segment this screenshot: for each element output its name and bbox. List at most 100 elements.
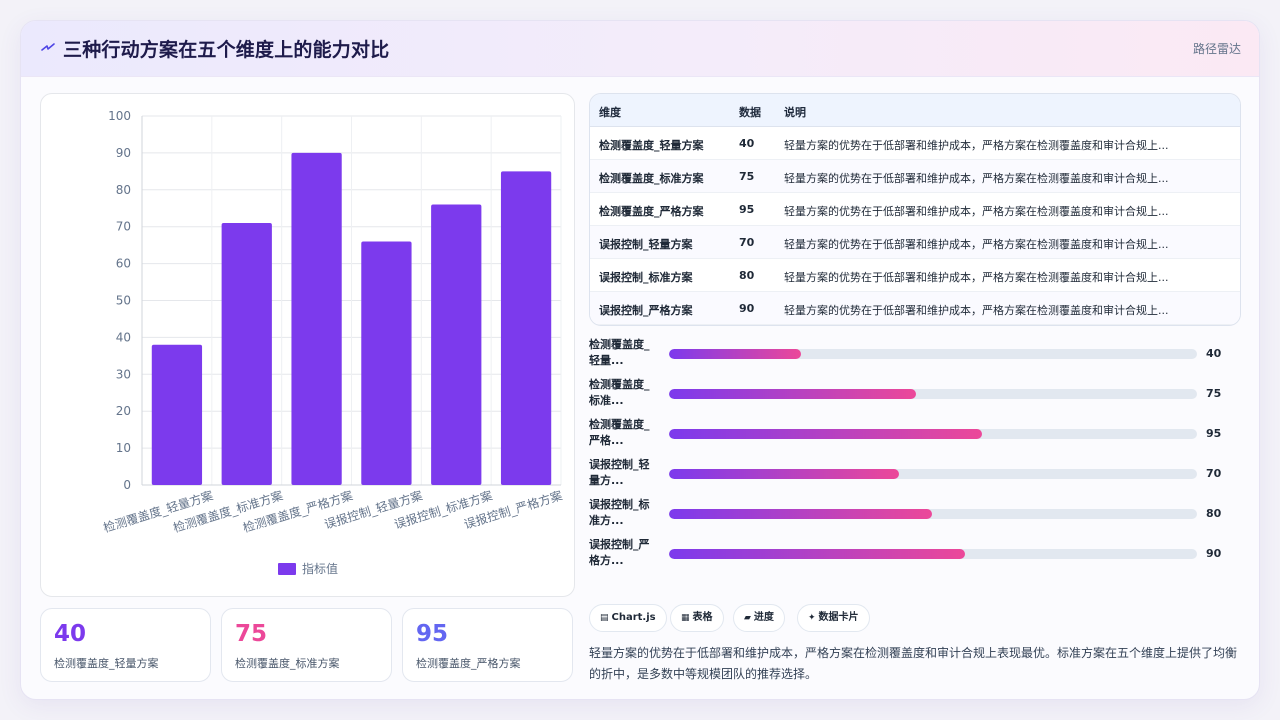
progress-track xyxy=(669,469,1197,479)
bar[interactable] xyxy=(221,223,272,485)
table-cell-dimension: 误报控制_标准方案 xyxy=(599,271,693,284)
progress-value: 40 xyxy=(1206,347,1222,360)
table-cell-description: 轻量方案的优势在于低部署和维护成本，严格方案在检测覆盖度和审计合规上... xyxy=(784,205,1169,218)
chip-table[interactable]: ▦ 表格 xyxy=(670,604,724,632)
table-icon: ▦ xyxy=(681,613,690,623)
progress-label: 检测覆盖度_ 严格... xyxy=(589,417,661,449)
progress-fill xyxy=(669,429,982,439)
progress-label-line2: 标准... xyxy=(589,394,624,407)
table-header: 维度 数据 说明 xyxy=(590,94,1240,127)
progress-track xyxy=(669,349,1197,359)
progress-label-line1: 检测覆盖度_ xyxy=(589,338,650,351)
progress-label-line1: 误报控制_轻 xyxy=(589,458,650,471)
progress-label: 误报控制_标 准方... xyxy=(589,497,661,529)
y-tick-label: 60 xyxy=(116,257,131,271)
progress-row: 误报控制_轻 量方... 70 xyxy=(589,457,1249,493)
y-tick-label: 50 xyxy=(116,294,131,308)
progress-label-line2: 格方... xyxy=(589,554,624,567)
progress-label-line2: 准方... xyxy=(589,514,624,527)
progress-fill xyxy=(669,549,965,559)
progress-track xyxy=(669,429,1197,439)
chart-icon: ▤ xyxy=(600,613,609,623)
header: 三种行动方案在五个维度上的能力对比 路径雷达 xyxy=(21,21,1259,77)
y-tick-label: 0 xyxy=(123,478,131,492)
chip-chart[interactable]: ▤ Chart.js xyxy=(589,604,667,632)
bar[interactable] xyxy=(291,152,342,485)
progress-label-line1: 检测覆盖度_ xyxy=(589,418,650,431)
progress-row: 误报控制_严 格方... 90 xyxy=(589,537,1249,573)
bar[interactable] xyxy=(500,171,552,485)
stat-label: 检测覆盖度_轻量方案 xyxy=(54,657,159,670)
progress-label: 检测覆盖度_ 轻量... xyxy=(589,337,661,369)
progress-value: 95 xyxy=(1206,427,1222,440)
progress-label-line2: 轻量... xyxy=(589,354,624,367)
progress-value: 80 xyxy=(1206,507,1222,520)
table-cell-data: 70 xyxy=(739,236,755,249)
table-row: 检测覆盖度_严格方案 95 轻量方案的优势在于低部署和维护成本，严格方案在检测覆盖度… xyxy=(590,193,1240,226)
table-cell-data: 90 xyxy=(739,302,755,315)
table-cell-data: 75 xyxy=(739,170,755,183)
table-header-dimension: 维度 xyxy=(599,106,621,119)
y-tick-label: 20 xyxy=(116,404,131,418)
stat-label: 检测覆盖度_标准方案 xyxy=(235,657,340,670)
bar-chart: 0102030405060708090100检测覆盖度_轻量方案检测覆盖度_标准… xyxy=(101,109,564,576)
stat-card: 40 检测覆盖度_轻量方案 xyxy=(40,608,211,682)
y-tick-label: 100 xyxy=(108,109,131,123)
table-cell-description: 轻量方案的优势在于低部署和维护成本，严格方案在检测覆盖度和审计合规上... xyxy=(784,304,1169,317)
progress-label: 误报控制_轻 量方... xyxy=(589,457,661,489)
chip-label: 数据卡片 xyxy=(818,612,859,623)
bar[interactable] xyxy=(361,241,412,485)
progress-track xyxy=(669,509,1197,519)
chip-sparkle[interactable]: ✦ 数据卡片 xyxy=(797,604,870,632)
bar-chart-panel: 0 10 20 30 40 50 60 70 80 90 100 检测覆盖度_轻量方案 检测覆盖度_标准… xyxy=(40,93,575,597)
progress-label-line2: 量方... xyxy=(589,474,624,487)
stat-card: 75 检测覆盖度_标准方案 xyxy=(221,608,392,682)
table-row: 误报控制_严格方案 90 轻量方案的优势在于低部署和维护成本，严格方案在检测覆盖度和… xyxy=(590,292,1240,325)
progress-fill xyxy=(669,509,932,519)
progress-fill xyxy=(669,389,916,399)
progress-row: 检测覆盖度_ 轻量... 40 xyxy=(589,337,1249,373)
progress-track xyxy=(669,549,1197,559)
progress-row: 检测覆盖度_ 严格... 95 xyxy=(589,417,1249,453)
chip-label: Chart.js xyxy=(611,612,656,623)
chip-label: 进度 xyxy=(753,612,774,623)
table-cell-data: 40 xyxy=(739,137,755,150)
progress-value: 90 xyxy=(1206,547,1222,560)
table-cell-description: 轻量方案的优势在于低部署和维护成本，严格方案在检测覆盖度和审计合规上... xyxy=(784,172,1169,185)
progress-track xyxy=(669,389,1197,399)
bar[interactable] xyxy=(151,344,203,485)
progress-value: 70 xyxy=(1206,467,1222,480)
progress-label: 误报控制_严 格方... xyxy=(589,537,661,569)
y-tick-label: 40 xyxy=(116,330,131,344)
y-tick-label: 30 xyxy=(116,367,131,381)
table-cell-dimension: 误报控制_轻量方案 xyxy=(599,238,693,251)
table-row: 检测覆盖度_标准方案 75 轻量方案的优势在于低部署和维护成本，严格方案在检测覆盖度… xyxy=(590,160,1240,193)
table-cell-data: 80 xyxy=(739,269,755,282)
table-cell-description: 轻量方案的优势在于低部署和维护成本，严格方案在检测覆盖度和审计合规上... xyxy=(784,271,1169,284)
progress-fill xyxy=(669,349,801,359)
stat-value: 95 xyxy=(416,621,449,647)
stat-card: 95 检测覆盖度_严格方案 xyxy=(402,608,573,682)
progress-label-line2: 严格... xyxy=(589,434,624,447)
progress-row: 误报控制_标 准方... 80 xyxy=(589,497,1249,533)
sparkle-icon: ✦ xyxy=(808,613,816,623)
legend-label[interactable]: 指标值 xyxy=(302,561,338,576)
y-tick-label: 10 xyxy=(116,441,131,455)
stat-label: 检测覆盖度_严格方案 xyxy=(416,657,521,670)
data-table: 维度 数据 说明 检测覆盖度_轻量方案 40 轻量方案的优势在于低部署和维护成本，严… xyxy=(589,93,1241,326)
y-tick-label: 70 xyxy=(116,220,131,234)
legend-swatch xyxy=(278,563,296,575)
y-tick-label: 80 xyxy=(116,183,131,197)
stat-value: 75 xyxy=(235,621,268,647)
chip-progress[interactable]: ▰ 进度 xyxy=(733,604,785,632)
page-title: 三种行动方案在五个维度上的能力对比 xyxy=(63,39,390,61)
table-row: 检测覆盖度_轻量方案 40 轻量方案的优势在于低部署和维护成本，严格方案在检测覆盖度… xyxy=(590,127,1240,160)
progress-label-line1: 误报控制_标 xyxy=(589,498,650,511)
dashboard-card: 三种行动方案在五个维度上的能力对比 路径雷达 0 10 20 30 40 50 60 70 80… xyxy=(20,20,1260,700)
table-header-description: 说明 xyxy=(784,106,806,119)
progress-value: 75 xyxy=(1206,387,1222,400)
table-cell-dimension: 检测覆盖度_标准方案 xyxy=(599,172,704,185)
bar[interactable] xyxy=(431,204,482,485)
stat-value: 40 xyxy=(54,621,87,647)
progress-row: 检测覆盖度_ 标准... 75 xyxy=(589,377,1249,413)
